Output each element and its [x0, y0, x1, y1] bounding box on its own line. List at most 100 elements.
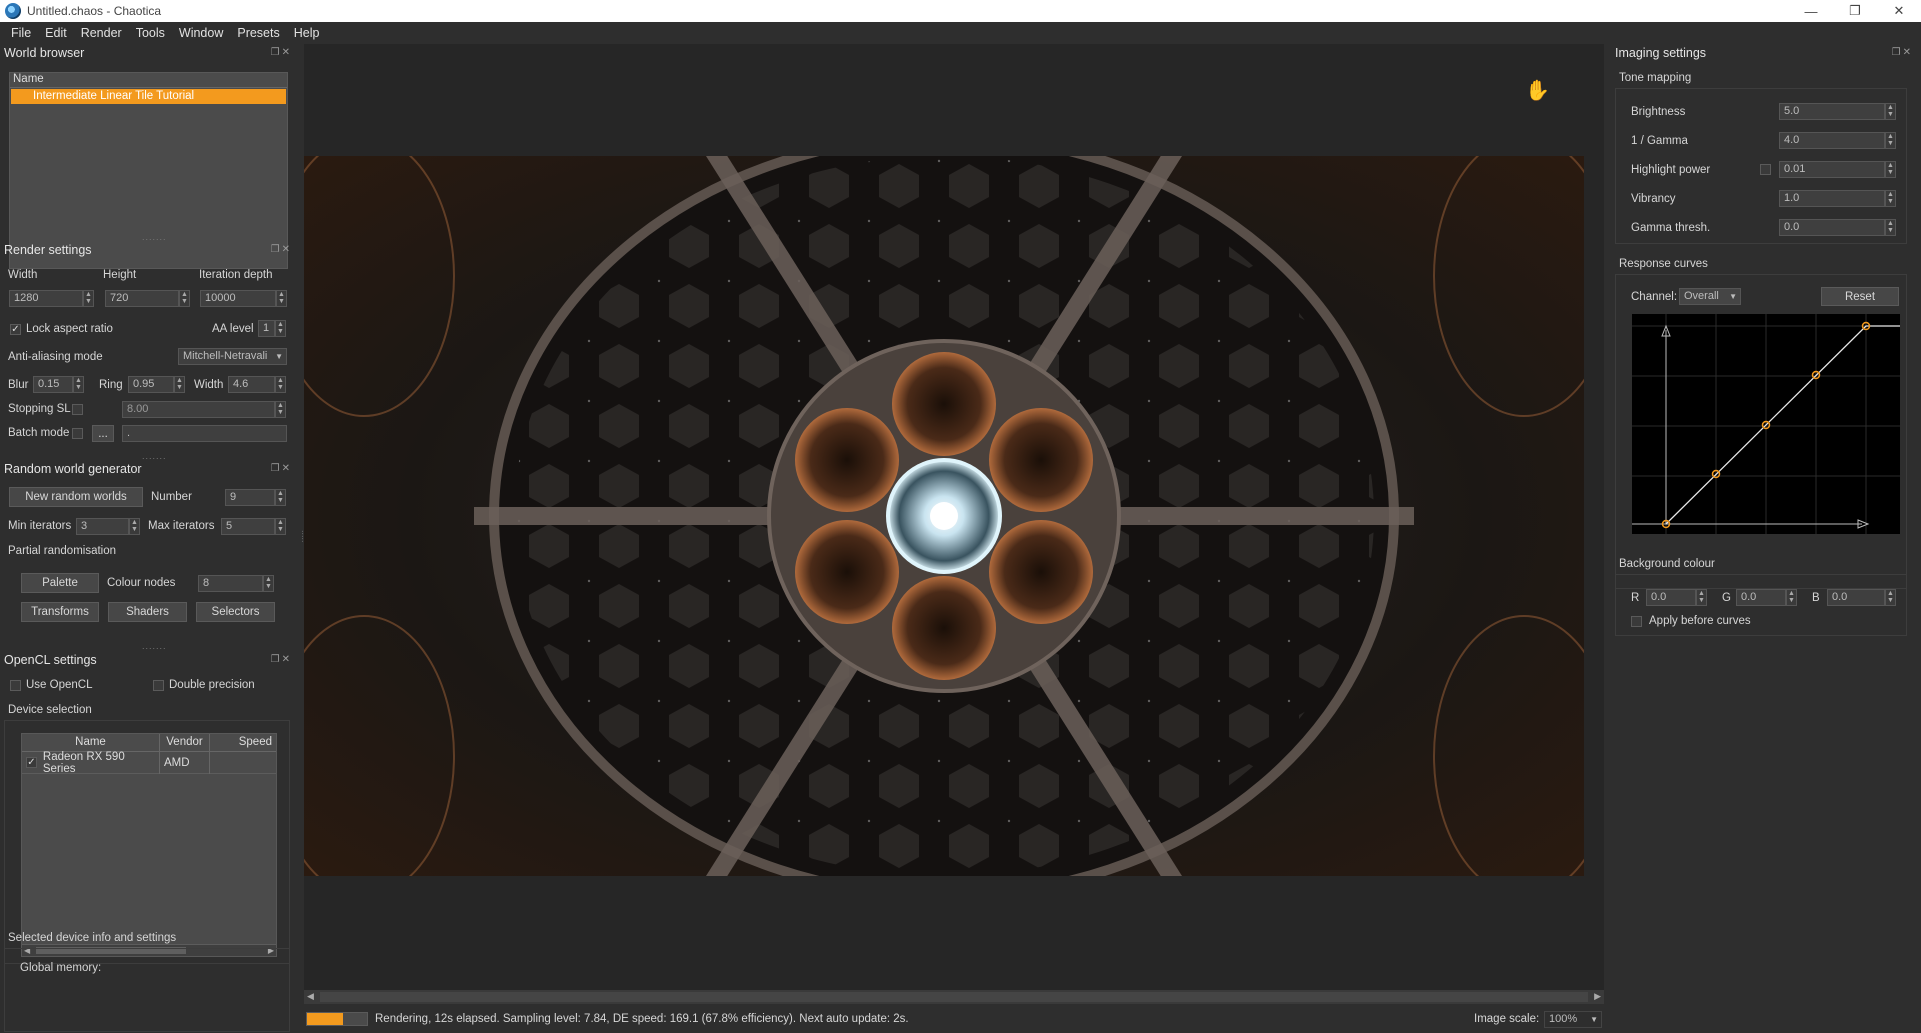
reset-curves-button[interactable]: Reset	[1821, 287, 1899, 306]
scrollbar-thumb[interactable]	[320, 992, 1588, 1002]
menu-edit[interactable]: Edit	[38, 26, 74, 40]
column-name[interactable]: Name	[22, 734, 160, 751]
scroll-right-icon[interactable]: ▶	[1594, 991, 1601, 1002]
selectors-button[interactable]: Selectors	[196, 602, 275, 622]
max-iterators-spinner[interactable]: ▲ ▼	[275, 518, 286, 535]
menu-help[interactable]: Help	[287, 26, 327, 40]
response-curve-editor[interactable]	[1632, 314, 1900, 534]
status-text: Rendering, 12s elapsed. Sampling level: …	[375, 1013, 909, 1025]
use-opencl-checkbox[interactable]	[10, 680, 21, 691]
height-spinner[interactable]: ▲ ▼	[179, 290, 190, 307]
width-input[interactable]: 1280	[9, 290, 83, 307]
aa-level-spinner[interactable]: ▲ ▼	[275, 320, 286, 337]
number-input[interactable]: 9	[225, 489, 275, 506]
stopping-sl-spinner[interactable]: ▲ ▼	[275, 401, 286, 418]
device-row[interactable]: ✓ Radeon RX 590 Series AMD	[22, 751, 276, 775]
width-spinner[interactable]: ▲ ▼	[83, 290, 94, 307]
stopping-sl-checkbox[interactable]	[72, 404, 83, 415]
palette-button[interactable]: Palette	[21, 573, 99, 593]
aa-mode-select[interactable]: Mitchell-Netravali ▼	[178, 348, 287, 365]
colour-nodes-spinner[interactable]: ▲ ▼	[263, 575, 274, 592]
colour-nodes-input[interactable]: 8	[198, 575, 263, 592]
minimize-icon[interactable]: —	[1789, 0, 1833, 22]
scroll-left-icon[interactable]: ◀	[307, 991, 314, 1002]
min-iterators-input[interactable]: 3	[76, 518, 129, 535]
gamma-spinner[interactable]: ▲ ▼	[1885, 132, 1896, 149]
stopping-sl-input[interactable]: 8.00	[122, 401, 275, 418]
menu-window[interactable]: Window	[172, 26, 230, 40]
b-input[interactable]: 0.0	[1827, 589, 1885, 606]
gamma-thresh-input[interactable]: 0.0	[1779, 219, 1885, 236]
menu-render[interactable]: Render	[74, 26, 129, 40]
partial-randomisation-label: Partial randomisation	[8, 545, 117, 557]
column-speed[interactable]: Speed	[210, 734, 276, 751]
dock-float-close-icon[interactable]: ❐✕	[271, 244, 292, 255]
aa-level-label: AA level	[212, 323, 254, 335]
iteration-depth-spinner[interactable]: ▲ ▼	[276, 290, 287, 307]
splitter-grip-icon[interactable]: .......	[142, 451, 167, 461]
width-label: Width	[8, 269, 38, 281]
r-input[interactable]: 0.0	[1646, 589, 1696, 606]
iteration-depth-input[interactable]: 10000	[200, 290, 276, 307]
brightness-input[interactable]: 5.0	[1779, 103, 1885, 120]
apply-before-curves-checkbox[interactable]	[1631, 616, 1642, 627]
gamma-input[interactable]: 4.0	[1779, 132, 1885, 149]
b-spinner[interactable]: ▲ ▼	[1885, 589, 1896, 606]
ring-spinner[interactable]: ▲ ▼	[174, 376, 185, 393]
splitter-grip-icon[interactable]: .......	[142, 641, 167, 651]
transforms-button[interactable]: Transforms	[21, 602, 99, 622]
height-input[interactable]: 720	[105, 290, 179, 307]
aa-level-input[interactable]: 1	[258, 320, 275, 337]
dock-float-close-icon[interactable]: ❐✕	[271, 47, 292, 58]
render-settings-title: Render settings	[4, 243, 92, 257]
image-scale-select[interactable]: 100% ▼	[1544, 1011, 1602, 1028]
viewport-hscrollbar[interactable]: ◀ ▶	[304, 990, 1604, 1004]
status-bar: Rendering, 12s elapsed. Sampling level: …	[304, 1008, 1604, 1030]
brightness-label: Brightness	[1631, 106, 1686, 118]
device-table[interactable]: Name Vendor Speed ✓ Radeon RX 590 Series…	[21, 733, 277, 957]
menu-file[interactable]: File	[4, 26, 38, 40]
dock-float-close-icon[interactable]: ❐✕	[1892, 47, 1913, 58]
dock-float-close-icon[interactable]: ❐✕	[271, 654, 292, 665]
highlight-power-input[interactable]: 0.01	[1779, 161, 1885, 178]
gamma-thresh-spinner[interactable]: ▲ ▼	[1885, 219, 1896, 236]
device-checkbox[interactable]: ✓	[26, 757, 37, 768]
highlight-power-spinner[interactable]: ▲ ▼	[1885, 161, 1896, 178]
blur-spinner[interactable]: ▲ ▼	[73, 376, 84, 393]
gamma-label: 1 / Gamma	[1631, 135, 1688, 147]
double-precision-checkbox[interactable]	[153, 680, 164, 691]
g-input[interactable]: 0.0	[1736, 589, 1786, 606]
lock-aspect-checkbox[interactable]: ✓	[10, 324, 21, 335]
dock-float-close-icon[interactable]: ❐✕	[271, 463, 292, 474]
min-iterators-spinner[interactable]: ▲ ▼	[129, 518, 140, 535]
batch-path-input[interactable]: .	[122, 425, 287, 442]
close-icon[interactable]: ✕	[1877, 0, 1921, 22]
colour-nodes-label: Colour nodes	[107, 577, 176, 589]
restore-icon[interactable]: ❐	[1833, 0, 1877, 22]
vibrancy-spinner[interactable]: ▲ ▼	[1885, 190, 1896, 207]
batch-mode-checkbox[interactable]	[72, 428, 83, 439]
image-scale-value: 100%	[1549, 1013, 1578, 1025]
fractal-render-image[interactable]	[304, 156, 1584, 876]
world-list-item[interactable]: Intermediate Linear Tile Tutorial	[11, 89, 286, 104]
g-spinner[interactable]: ▲ ▼	[1786, 589, 1797, 606]
ring-input[interactable]: 0.95	[128, 376, 174, 393]
column-vendor[interactable]: Vendor	[160, 734, 210, 751]
filter-width-spinner[interactable]: ▲ ▼	[275, 376, 286, 393]
r-spinner[interactable]: ▲ ▼	[1696, 589, 1707, 606]
blur-input[interactable]: 0.15	[33, 376, 73, 393]
new-random-worlds-button[interactable]: New random worlds	[9, 487, 143, 507]
number-spinner[interactable]: ▲ ▼	[275, 489, 286, 506]
brightness-spinner[interactable]: ▲ ▼	[1885, 103, 1896, 120]
highlight-power-label: Highlight power	[1631, 164, 1711, 176]
menu-tools[interactable]: Tools	[129, 26, 172, 40]
channel-select[interactable]: Overall ▼	[1679, 288, 1741, 305]
splitter-grip-icon[interactable]: .......	[142, 232, 167, 242]
filter-width-input[interactable]: 4.6	[228, 376, 275, 393]
vibrancy-input[interactable]: 1.0	[1779, 190, 1885, 207]
max-iterators-input[interactable]: 5	[221, 518, 275, 535]
shaders-button[interactable]: Shaders	[108, 602, 187, 622]
highlight-power-checkbox[interactable]	[1760, 164, 1771, 175]
menu-presets[interactable]: Presets	[230, 26, 286, 40]
batch-browse-button[interactable]: ...	[92, 425, 114, 442]
